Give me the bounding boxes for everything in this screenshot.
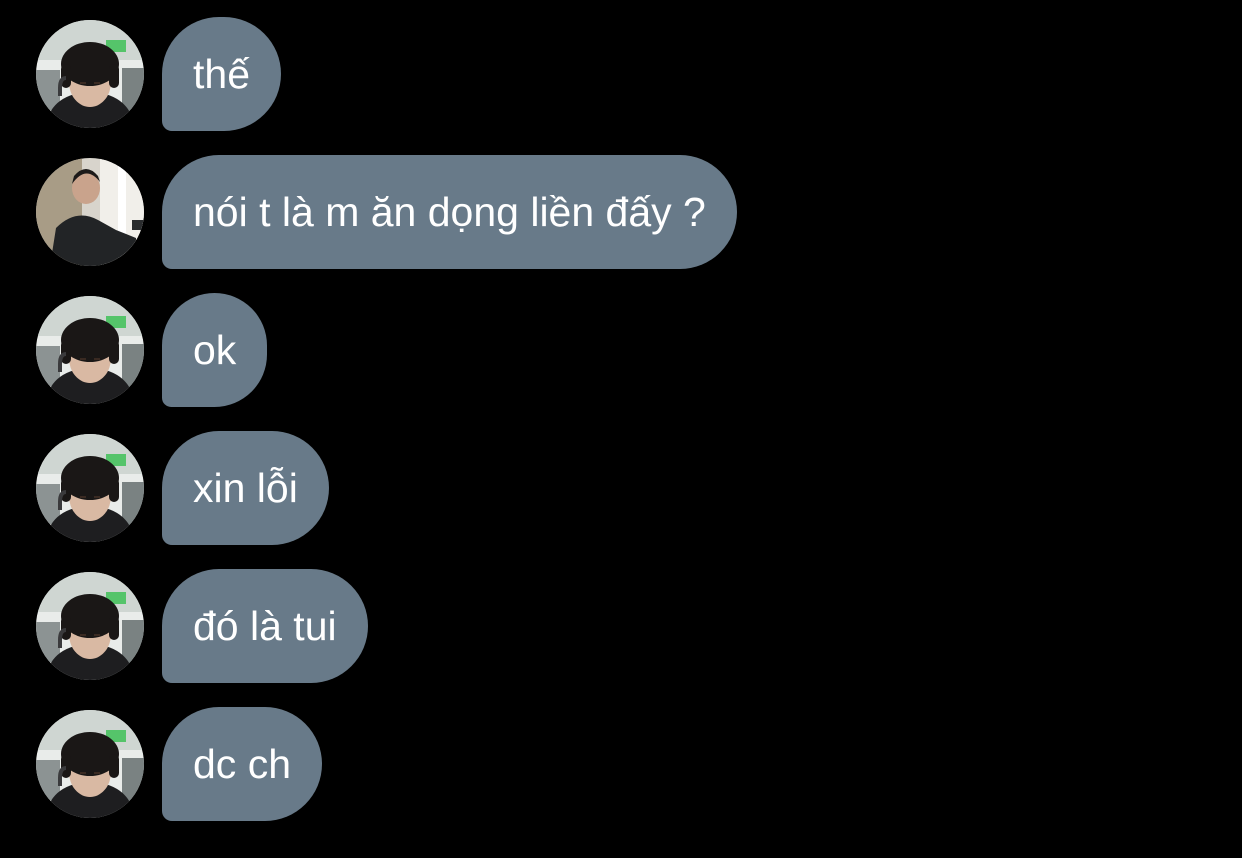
message-thread: thế nói t là m ăn dọng liền đấy ? ok xin… xyxy=(0,0,1242,858)
message-row: ok xyxy=(36,293,268,407)
message-bubble[interactable]: dc ch xyxy=(162,707,322,821)
message-bubble[interactable]: đó là tui xyxy=(162,569,368,683)
message-row: nói t là m ăn dọng liền đấy ? xyxy=(36,155,737,269)
message-text: dc ch xyxy=(193,740,291,787)
message-bubble[interactable]: xin lỗi xyxy=(162,431,329,545)
message-text: xin lỗi xyxy=(193,464,298,511)
avatar-user-a[interactable] xyxy=(36,296,144,404)
avatar-user-a[interactable] xyxy=(36,572,144,680)
avatar-user-a[interactable] xyxy=(36,20,144,128)
message-text: nói t là m ăn dọng liền đấy ? xyxy=(193,188,706,235)
message-row: dc ch xyxy=(36,707,322,821)
avatar-user-b[interactable] xyxy=(36,158,144,266)
message-row: xin lỗi xyxy=(36,431,329,545)
avatar-user-a[interactable] xyxy=(36,434,144,542)
message-text: ok xyxy=(193,326,237,373)
message-row: thế xyxy=(36,17,281,131)
message-bubble[interactable]: nói t là m ăn dọng liền đấy ? xyxy=(162,155,737,269)
message-row: đó là tui xyxy=(36,569,368,683)
message-bubble[interactable]: ok xyxy=(162,293,268,407)
avatar-user-a[interactable] xyxy=(36,710,144,818)
message-bubble[interactable]: thế xyxy=(162,17,281,131)
message-text: thế xyxy=(193,50,250,97)
message-text: đó là tui xyxy=(193,602,337,649)
